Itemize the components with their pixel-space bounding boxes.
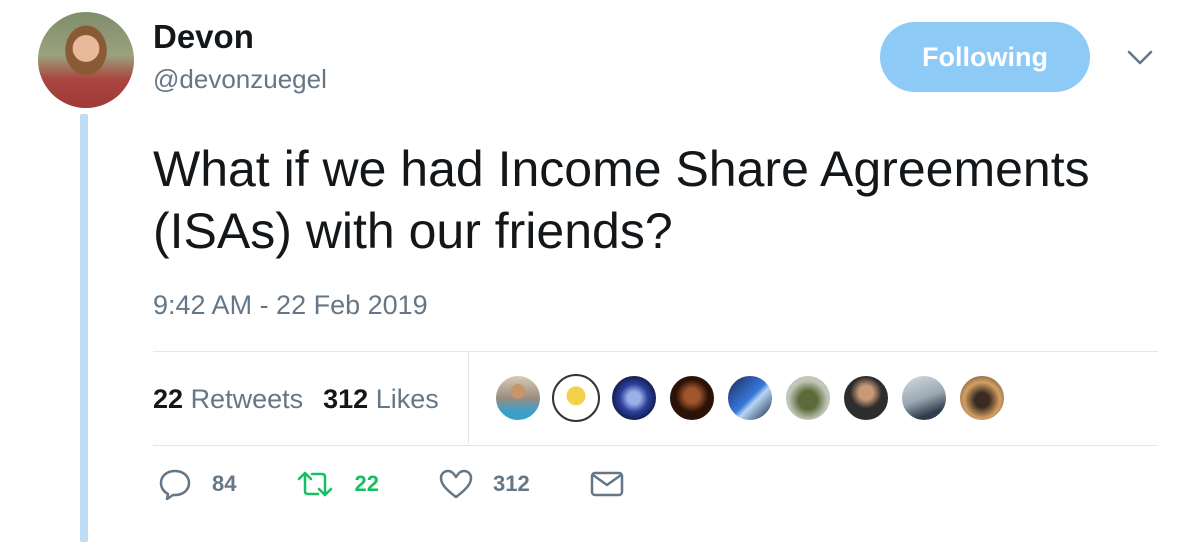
- retweets-label: Retweets: [190, 383, 304, 414]
- heart-icon: [439, 469, 473, 499]
- stats-separator: [468, 352, 469, 444]
- liker-avatar-5[interactable]: [726, 374, 774, 422]
- retweets-count: 22: [153, 383, 184, 414]
- likes-label: Likes: [375, 383, 439, 414]
- liker-avatar-3[interactable]: [610, 374, 658, 422]
- liker-avatar-7[interactable]: [842, 374, 890, 422]
- author-name[interactable]: Devon: [153, 18, 254, 56]
- retweet-icon: [298, 471, 333, 497]
- likes-stat[interactable]: 312 Likes: [323, 384, 439, 415]
- likes-count: 312: [323, 383, 369, 414]
- following-button[interactable]: Following: [880, 22, 1090, 92]
- tweet-timestamp[interactable]: 9:42 AM - 22 Feb 2019: [153, 290, 428, 321]
- likers-avatars: [494, 374, 1016, 422]
- author-avatar[interactable]: [38, 12, 134, 108]
- liker-avatar-9[interactable]: [958, 374, 1006, 422]
- divider-top: [153, 351, 1158, 352]
- reply-count: 84: [212, 471, 237, 496]
- liker-avatar-4[interactable]: [668, 374, 716, 422]
- liker-avatar-1[interactable]: [494, 374, 542, 422]
- envelope-icon: [590, 471, 623, 497]
- like-action[interactable]: 312: [439, 469, 530, 499]
- like-count: 312: [492, 471, 530, 496]
- liker-avatar-8[interactable]: [900, 374, 948, 422]
- divider-middle: [153, 445, 1158, 446]
- reply-icon: [159, 469, 191, 500]
- direct-message-action[interactable]: [590, 470, 644, 498]
- chevron-down-icon[interactable]: [1126, 48, 1154, 68]
- engagement-stats: 22 Retweets 312 Likes: [153, 353, 459, 445]
- thread-line: [80, 114, 88, 542]
- liker-avatar-6[interactable]: [784, 374, 832, 422]
- liker-avatar-2[interactable]: [552, 374, 600, 422]
- reply-action[interactable]: 84: [158, 468, 236, 500]
- retweet-action[interactable]: 22: [296, 469, 379, 499]
- retweet-count: 22: [354, 471, 379, 496]
- tweet-text: What if we had Income Share Agreements (…: [153, 141, 1090, 259]
- retweets-stat[interactable]: 22 Retweets: [153, 384, 303, 415]
- tweet-actions: 84 22 312: [158, 468, 704, 500]
- author-handle[interactable]: @devonzuegel: [153, 64, 327, 95]
